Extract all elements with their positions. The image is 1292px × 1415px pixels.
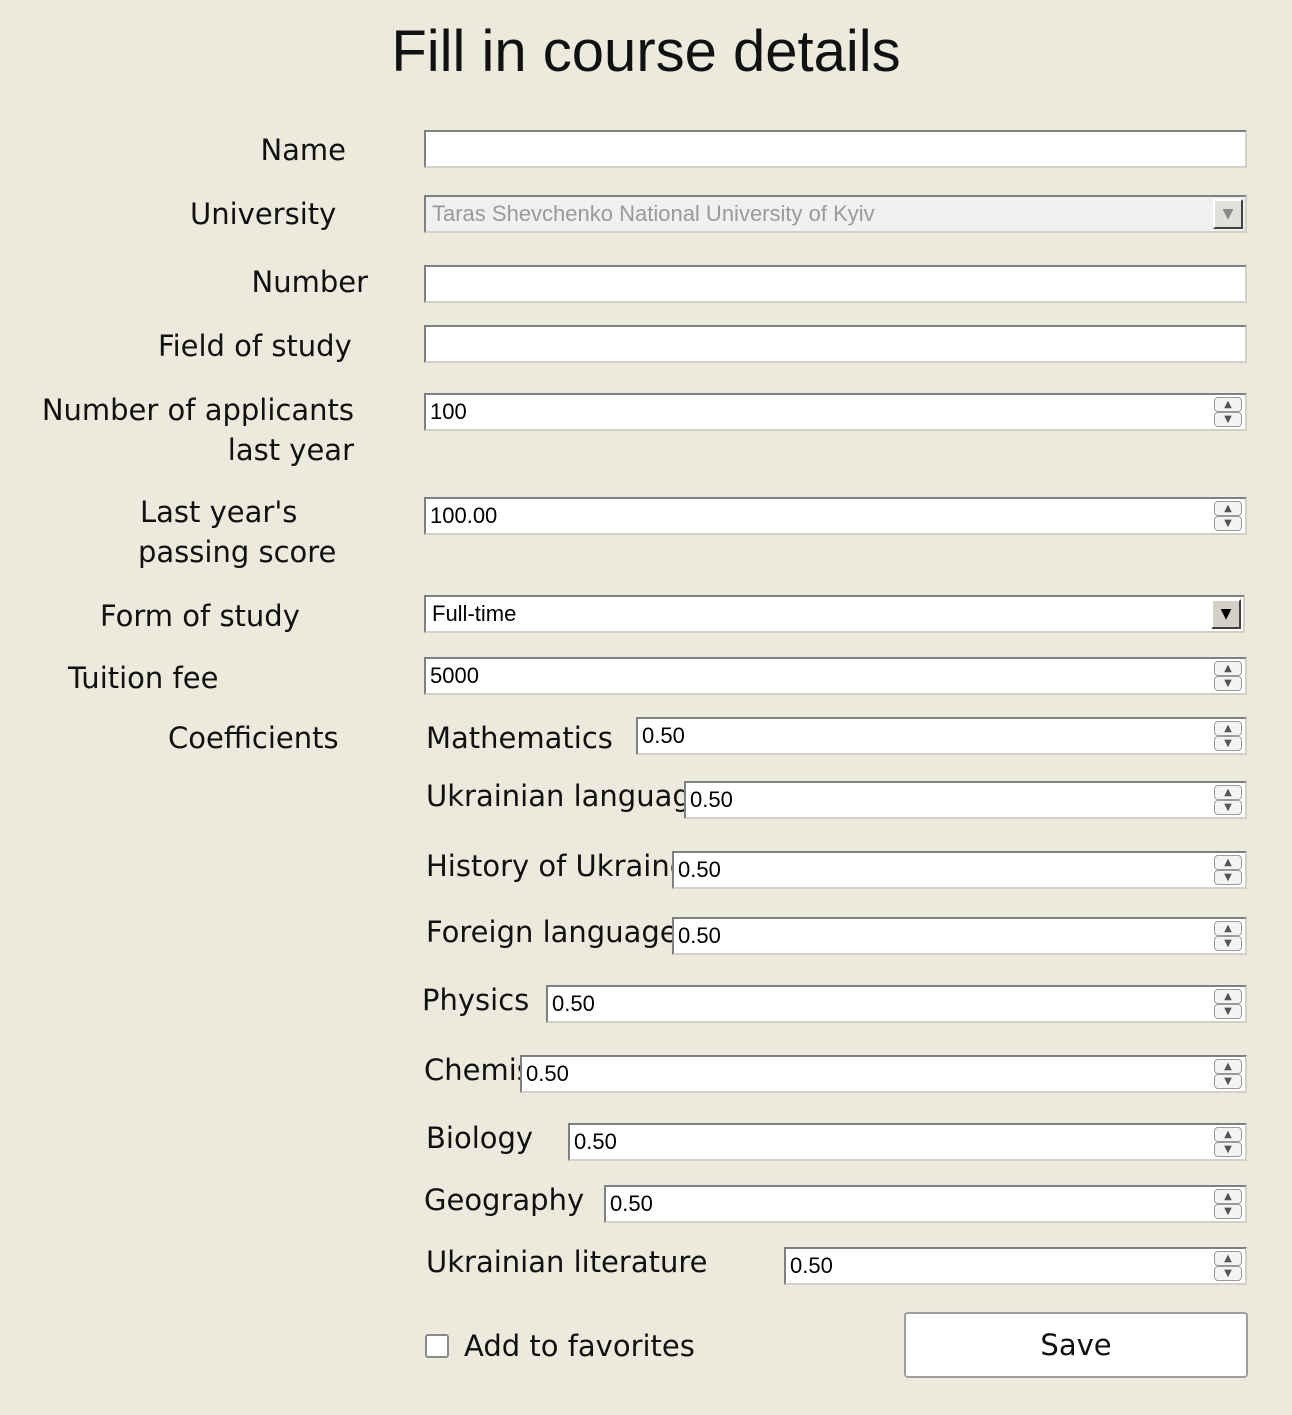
coef-input-mathematics[interactable] (638, 719, 1211, 753)
field-of-study-input[interactable] (426, 327, 1245, 361)
form-of-study-value: Full-time (432, 601, 517, 626)
spin-down-icon[interactable]: ▼ (1214, 412, 1242, 427)
coef-input-ukrainian-language[interactable] (686, 783, 1211, 817)
coef-spinbox-physics[interactable]: ▲ ▼ (546, 985, 1247, 1023)
spin-down-icon[interactable]: ▼ (1214, 676, 1242, 691)
coefficients-label: Coefficients (168, 721, 339, 755)
coef-input-physics[interactable] (548, 987, 1211, 1021)
spin-down-icon[interactable]: ▼ (1214, 936, 1242, 951)
name-field[interactable] (424, 130, 1247, 168)
passing-score-label-line1: Last year's (140, 495, 298, 529)
university-value: Taras Shevchenko National University of … (432, 201, 875, 226)
coef-label-geography: Geography (424, 1183, 585, 1217)
coef-label-ukrainian-language: Ukrainian language (426, 779, 684, 813)
tuition-fee-label: Tuition fee (68, 661, 219, 695)
spin-down-icon[interactable]: ▼ (1214, 1074, 1242, 1089)
spin-up-icon[interactable]: ▲ (1214, 1059, 1242, 1074)
field-of-study-field[interactable] (424, 325, 1247, 363)
coef-label-chemistry: Chemistry (424, 1053, 520, 1087)
coef-label-mathematics: Mathematics (426, 721, 613, 755)
spin-up-icon[interactable]: ▲ (1214, 1189, 1242, 1204)
applicants-input[interactable] (426, 395, 1211, 429)
favorites-label[interactable]: Add to favorites (464, 1326, 695, 1366)
spin-down-icon[interactable]: ▼ (1214, 800, 1242, 815)
passing-score-label-line2: passing score (138, 535, 337, 569)
passing-score-spinbox[interactable]: ▲ ▼ (424, 497, 1247, 535)
spin-down-icon[interactable]: ▼ (1214, 1004, 1242, 1019)
spin-up-icon[interactable]: ▲ (1214, 989, 1242, 1004)
spin-up-icon[interactable]: ▲ (1214, 501, 1242, 516)
page-title: Fill in course details (391, 19, 901, 84)
favorites-checkbox[interactable] (425, 1334, 449, 1358)
spin-up-icon[interactable]: ▲ (1214, 1251, 1242, 1266)
coef-label-foreign-language: Foreign language (426, 915, 672, 949)
spin-down-icon[interactable]: ▼ (1214, 1266, 1242, 1281)
coef-label-physics: Physics (422, 983, 530, 1017)
spin-up-icon[interactable]: ▲ (1214, 397, 1242, 412)
spin-up-icon[interactable]: ▲ (1214, 785, 1242, 800)
tuition-fee-input[interactable] (426, 659, 1211, 693)
spin-down-icon[interactable]: ▼ (1214, 516, 1242, 531)
spin-up-icon[interactable]: ▲ (1214, 661, 1242, 676)
coef-label-biology: Biology (426, 1121, 534, 1155)
coef-label-history-of-ukraine: History of Ukraine (426, 849, 672, 883)
number-label: Number (251, 265, 369, 299)
spin-up-icon[interactable]: ▲ (1214, 1127, 1242, 1142)
coef-spinbox-ukrainian-language[interactable]: ▲ ▼ (684, 781, 1247, 819)
applicants-spinbox[interactable]: ▲ ▼ (424, 393, 1247, 431)
spin-down-icon[interactable]: ▼ (1214, 1204, 1242, 1219)
coef-spinbox-foreign-language[interactable]: ▲ ▼ (672, 917, 1247, 955)
applicants-label-line2: last year (227, 433, 354, 467)
number-field[interactable] (424, 265, 1247, 303)
applicants-label-line1: Number of applicants (41, 393, 354, 427)
coef-input-ukrainian-literature[interactable] (786, 1249, 1211, 1283)
university-label: University (190, 197, 337, 231)
spin-up-icon[interactable]: ▲ (1214, 855, 1242, 870)
coef-spinbox-history-of-ukraine[interactable]: ▲ ▼ (672, 851, 1247, 889)
coef-input-geography[interactable] (606, 1187, 1211, 1221)
number-input[interactable] (426, 267, 1245, 301)
name-label: Name (260, 133, 346, 167)
coef-spinbox-geography[interactable]: ▲ ▼ (604, 1185, 1247, 1223)
coef-spinbox-mathematics[interactable]: ▲ ▼ (636, 717, 1247, 755)
coef-input-biology[interactable] (570, 1125, 1211, 1159)
spin-up-icon[interactable]: ▲ (1214, 921, 1242, 936)
university-select[interactable]: Taras Shevchenko National University of … (424, 195, 1247, 233)
spin-down-icon[interactable]: ▼ (1214, 870, 1242, 885)
coef-spinbox-ukrainian-literature[interactable]: ▲ ▼ (784, 1247, 1247, 1285)
spin-down-icon[interactable]: ▼ (1214, 736, 1242, 751)
spin-up-icon[interactable]: ▲ (1214, 721, 1242, 736)
form-of-study-label: Form of study (100, 599, 300, 633)
coef-spinbox-chemistry[interactable]: ▲ ▼ (520, 1055, 1247, 1093)
coef-label-ukrainian-literature: Ukrainian literature (426, 1245, 708, 1279)
chevron-down-icon[interactable]: ▼ (1213, 199, 1243, 229)
coef-input-chemistry[interactable] (522, 1057, 1211, 1091)
coef-input-history-of-ukraine[interactable] (674, 853, 1211, 887)
coef-input-foreign-language[interactable] (674, 919, 1211, 953)
save-button[interactable]: Save (904, 1312, 1248, 1378)
coef-spinbox-biology[interactable]: ▲ ▼ (568, 1123, 1247, 1161)
field-of-study-label: Field of study (158, 329, 352, 363)
form-of-study-select[interactable]: Full-time ▼ (424, 595, 1245, 633)
tuition-fee-spinbox[interactable]: ▲ ▼ (424, 657, 1247, 695)
name-input[interactable] (426, 132, 1245, 166)
passing-score-input[interactable] (426, 499, 1211, 533)
chevron-down-icon[interactable]: ▼ (1211, 599, 1241, 629)
spin-down-icon[interactable]: ▼ (1214, 1142, 1242, 1157)
